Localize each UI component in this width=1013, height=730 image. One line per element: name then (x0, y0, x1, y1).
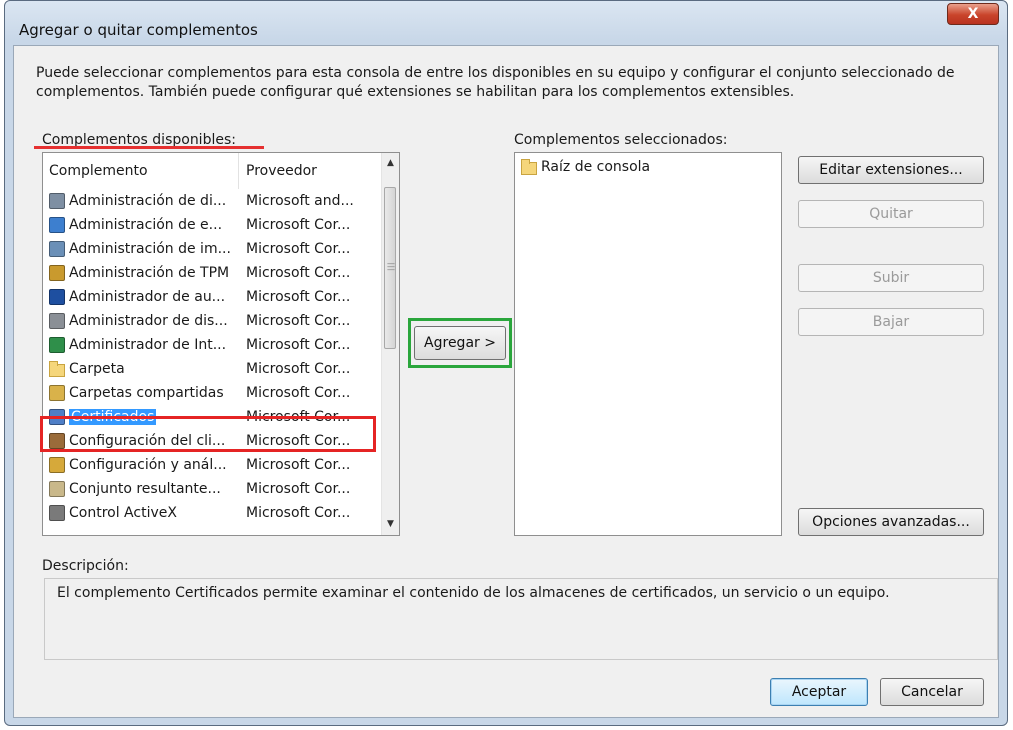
selected-snapins-list[interactable]: Raíz de consola (514, 152, 782, 536)
add-button[interactable]: Agregar > (414, 326, 506, 360)
snapin-provider: Microsoft Cor... (246, 481, 351, 497)
scroll-up-arrow-icon[interactable]: ▲ (382, 155, 399, 172)
table-row[interactable]: Administrador de au... Microsoft Cor... (43, 285, 383, 309)
snapin-provider: Microsoft Cor... (246, 265, 351, 281)
internet-globe-icon (49, 337, 65, 353)
table-row[interactable]: Carpeta Microsoft Cor... (43, 357, 383, 381)
snapin-provider: Microsoft Cor... (246, 241, 351, 257)
authorization-manager-icon (49, 289, 65, 305)
dialog-body: Puede seleccionar complementos para esta… (13, 45, 999, 718)
table-row[interactable]: Administración de e... Microsoft Cor... (43, 213, 383, 237)
column-header-snapin[interactable]: Complemento (43, 153, 239, 189)
table-row[interactable]: Control ActiveX Microsoft Cor... (43, 501, 383, 525)
snapin-name: Carpeta (69, 361, 125, 377)
snapin-name: Administración de di... (69, 193, 227, 209)
snapin-name: Administrador de dis... (69, 313, 228, 329)
move-down-button[interactable]: Bajar (798, 308, 984, 336)
grip-icon: — — — (387, 259, 395, 274)
vertical-scrollbar[interactable]: ▲ — — — ▼ (381, 153, 399, 535)
snapin-name: Administración de e... (69, 217, 223, 233)
intro-text: Puede seleccionar complementos para esta… (36, 65, 955, 100)
snapin-name: Control ActiveX (69, 505, 177, 521)
scroll-thumb[interactable]: — — — (384, 187, 396, 349)
title-bar: Agregar o quitar complementos X (5, 1, 1007, 41)
snapin-provider: Microsoft Cor... (246, 313, 351, 329)
tpm-chip-icon (49, 265, 65, 281)
snapin-name: Administración de im... (69, 241, 231, 257)
security-analysis-icon (49, 457, 65, 473)
dialog-window: Agregar o quitar complementos X Puede se… (4, 0, 1008, 726)
red-annotation-box (40, 416, 376, 452)
table-row[interactable]: Administración de di... Microsoft and... (43, 189, 383, 213)
available-snapins-list[interactable]: Complemento Proveedor Administración de … (42, 152, 400, 536)
table-row[interactable]: Configuración y anál... Microsoft Cor... (43, 453, 383, 477)
snapin-provider: Microsoft and... (246, 193, 354, 209)
snapin-name: Administración de TPM (69, 265, 230, 281)
snapin-provider: Microsoft Cor... (246, 217, 351, 233)
close-icon: X (967, 6, 979, 22)
disk-management-icon (49, 193, 65, 209)
snapin-provider: Microsoft Cor... (246, 337, 351, 353)
snapin-name: Administrador de Int... (69, 337, 227, 353)
table-row[interactable]: Administrador de dis... Microsoft Cor... (43, 309, 383, 333)
device-manager-icon (49, 313, 65, 329)
snapin-provider: Microsoft Cor... (246, 457, 351, 473)
cancel-button[interactable]: Cancelar (880, 678, 984, 706)
snapin-name: Administrador de au... (69, 289, 226, 305)
resultant-set-icon (49, 481, 65, 497)
snapin-name: Conjunto resultante... (69, 481, 221, 497)
table-row[interactable]: Administrador de Int... Microsoft Cor... (43, 333, 383, 357)
window-title: Agregar o quitar complementos (19, 21, 258, 39)
edit-extensions-button[interactable]: Editar extensiones... (798, 156, 984, 184)
move-up-button[interactable]: Subir (798, 264, 984, 292)
snapin-provider: Microsoft Cor... (246, 289, 351, 305)
table-row[interactable]: Administración de TPM Microsoft Cor... (43, 261, 383, 285)
snapin-provider: Microsoft Cor... (246, 385, 351, 401)
print-management-icon (49, 241, 65, 257)
list-item[interactable]: Raíz de consola (515, 155, 775, 179)
snapin-provider: Microsoft Cor... (246, 505, 351, 521)
description-label: Descripción: (42, 558, 129, 574)
scroll-down-arrow-icon[interactable]: ▼ (382, 516, 399, 533)
selected-snapins-label: Complementos seleccionados: (514, 132, 728, 148)
remove-button[interactable]: Quitar (798, 200, 984, 228)
table-row[interactable]: Conjunto resultante... Microsoft Cor... (43, 477, 383, 501)
shared-folders-icon (49, 385, 65, 401)
description-box: El complemento Certificados permite exam… (44, 578, 998, 660)
folder-icon (49, 361, 65, 377)
snapin-name: Carpetas compartidas (69, 385, 224, 401)
ok-button[interactable]: Aceptar (770, 678, 868, 706)
snapin-name: Configuración y anál... (69, 457, 227, 473)
description-text: El complemento Certificados permite exam… (57, 585, 890, 601)
close-button[interactable]: X (947, 3, 999, 25)
list-item-label: Raíz de consola (541, 159, 651, 175)
snapin-provider: Microsoft Cor... (246, 361, 351, 377)
folder-icon (521, 159, 537, 175)
column-header-provider[interactable]: Proveedor (240, 153, 383, 189)
advanced-options-button[interactable]: Opciones avanzadas... (798, 508, 984, 536)
table-row[interactable]: Carpetas compartidas Microsoft Cor... (43, 381, 383, 405)
computer-management-icon (49, 217, 65, 233)
activex-icon (49, 505, 65, 521)
table-row[interactable]: Administración de im... Microsoft Cor... (43, 237, 383, 261)
red-annotation-underline (34, 146, 264, 149)
